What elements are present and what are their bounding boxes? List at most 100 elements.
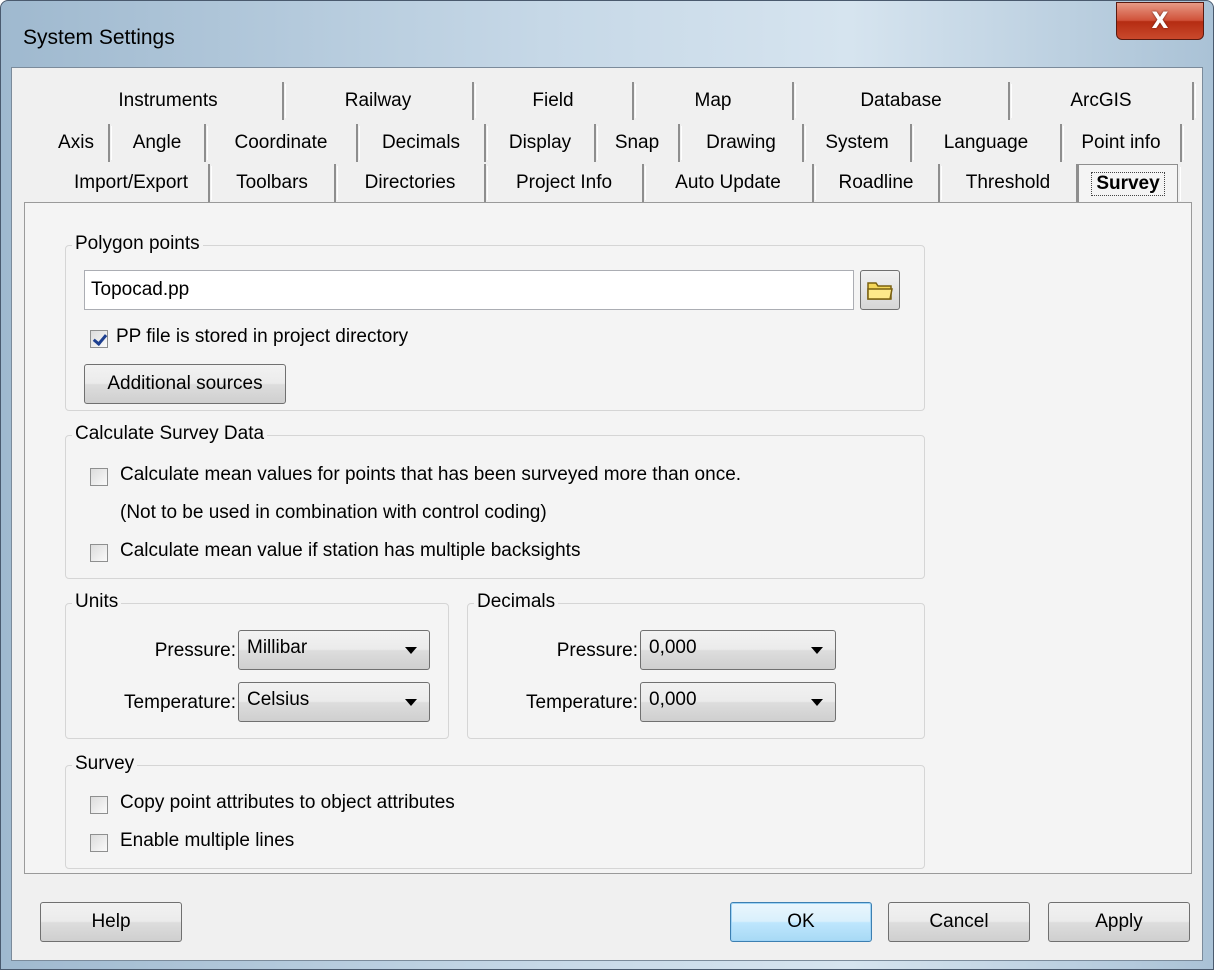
tab-display[interactable]: Display xyxy=(486,124,598,162)
tab-threshold[interactable]: Threshold xyxy=(940,164,1080,202)
units-pressure-label: Pressure: xyxy=(154,640,236,661)
help-button[interactable]: Help xyxy=(40,902,182,942)
tab-label: Axis xyxy=(58,132,94,153)
tab-field[interactable]: Field xyxy=(474,82,636,120)
survey-options-group: Survey Copy point attributes to object a… xyxy=(65,753,925,869)
survey-tab-panel: Polygon points Topocad.pp PP file is sto… xyxy=(24,202,1192,874)
tab-toolbars[interactable]: Toolbars xyxy=(210,164,338,202)
tab-language[interactable]: Language xyxy=(912,124,1064,162)
decimals-temperature-dropdown[interactable]: 0,000 xyxy=(640,682,836,722)
copy-attributes-label: Copy point attributes to object attribut… xyxy=(120,792,455,813)
dropdown-value: Celsius xyxy=(247,689,310,710)
decimals-pressure-label: Pressure: xyxy=(556,640,638,661)
mean-values-label: Calculate mean values for points that ha… xyxy=(120,464,742,485)
tab-system[interactable]: System xyxy=(804,124,914,162)
pp-file-value: Topocad.pp xyxy=(91,279,190,300)
tab-label: Auto Update xyxy=(675,172,781,193)
tab-coordinate[interactable]: Coordinate xyxy=(206,124,360,162)
tab-axis[interactable]: Axis xyxy=(44,124,112,162)
dropdown-arrow-icon xyxy=(405,647,417,654)
tab-label: Project Info xyxy=(515,172,613,193)
calculate-survey-data-group: Calculate Survey Data Calculate mean val… xyxy=(65,423,925,579)
tab-roadline[interactable]: Roadline xyxy=(814,164,942,202)
tab-row-1: Instruments Railway Field Map Database A… xyxy=(54,82,1196,120)
station-backsights-label: Calculate mean value if station has mult… xyxy=(120,540,581,561)
system-settings-window: System Settings X Instruments Railway Fi… xyxy=(0,0,1214,970)
multiple-lines-label: Enable multiple lines xyxy=(120,830,295,851)
dropdown-value: 0,000 xyxy=(649,637,697,658)
close-button[interactable]: X xyxy=(1116,2,1204,40)
pp-file-input[interactable]: Topocad.pp xyxy=(84,270,854,310)
tab-survey[interactable]: Survey xyxy=(1078,164,1181,202)
group-title: Decimals xyxy=(474,591,559,613)
tab-arcgis[interactable]: ArcGIS xyxy=(1010,82,1196,120)
dialog-client-area: Instruments Railway Field Map Database A… xyxy=(11,67,1203,961)
tab-label: System xyxy=(825,132,889,153)
tab-database[interactable]: Database xyxy=(794,82,1012,120)
tab-label: Import/Export xyxy=(73,172,189,193)
decimals-temperature-label: Temperature: xyxy=(526,692,638,713)
tab-label: Threshold xyxy=(965,172,1051,193)
browse-folder-button[interactable] xyxy=(860,270,900,310)
tab-instruments[interactable]: Instruments xyxy=(54,82,286,120)
tab-label: Database xyxy=(860,90,942,111)
decimals-group: Decimals Pressure: 0,000 Temperature: 0,… xyxy=(467,591,925,739)
tab-point-info[interactable]: Point info xyxy=(1062,124,1184,162)
tab-row-3: Import/Export Toolbars Directories Proje… xyxy=(54,164,1181,202)
tab-label: Coordinate xyxy=(234,132,328,153)
tab-label: Railway xyxy=(344,90,412,111)
apply-button[interactable]: Apply xyxy=(1048,902,1190,942)
tab-decimals[interactable]: Decimals xyxy=(358,124,488,162)
dropdown-arrow-icon xyxy=(811,699,823,706)
mean-values-checkbox[interactable] xyxy=(90,468,108,486)
title-bar: System Settings X xyxy=(1,1,1213,67)
tab-auto-update[interactable]: Auto Update xyxy=(644,164,816,202)
tab-label: Instruments xyxy=(118,90,218,111)
cancel-button[interactable]: Cancel xyxy=(888,902,1030,942)
tab-label: Snap xyxy=(614,132,660,153)
tab-label: Display xyxy=(508,132,572,153)
units-pressure-dropdown[interactable]: Millibar xyxy=(238,630,430,670)
tab-snap[interactable]: Snap xyxy=(596,124,682,162)
polygon-points-group: Polygon points Topocad.pp PP file is sto… xyxy=(65,233,925,411)
tab-label: Point info xyxy=(1081,132,1161,153)
tab-import-export[interactable]: Import/Export xyxy=(54,164,212,202)
ok-button[interactable]: OK xyxy=(730,902,872,942)
tab-label: Directories xyxy=(364,172,456,193)
pp-stored-label: PP file is stored in project directory xyxy=(116,326,409,347)
window-title: System Settings xyxy=(23,26,175,49)
units-group: Units Pressure: Millibar Temperature: Ce… xyxy=(65,591,449,739)
tab-label: Survey xyxy=(1091,171,1165,196)
tab-project-info[interactable]: Project Info xyxy=(486,164,646,202)
dropdown-value: Millibar xyxy=(247,637,308,658)
units-temperature-dropdown[interactable]: Celsius xyxy=(238,682,430,722)
tab-drawing[interactable]: Drawing xyxy=(680,124,806,162)
station-backsights-checkbox[interactable] xyxy=(90,544,108,562)
tab-map[interactable]: Map xyxy=(634,82,796,120)
tab-label: Angle xyxy=(132,132,182,153)
tab-directories[interactable]: Directories xyxy=(336,164,488,202)
tab-railway[interactable]: Railway xyxy=(284,82,476,120)
units-temperature-label: Temperature: xyxy=(124,692,236,713)
dropdown-arrow-icon xyxy=(811,647,823,654)
multiple-lines-checkbox[interactable] xyxy=(90,834,108,852)
tab-label: Toolbars xyxy=(236,172,308,193)
mean-values-note: (Not to be used in combination with cont… xyxy=(120,502,547,523)
tab-angle[interactable]: Angle xyxy=(110,124,208,162)
group-title: Units xyxy=(72,591,122,613)
close-icon: X xyxy=(1151,8,1169,34)
tab-label: Roadline xyxy=(838,172,914,193)
dropdown-value: 0,000 xyxy=(649,689,697,710)
dropdown-arrow-icon xyxy=(405,699,417,706)
pp-stored-checkbox[interactable] xyxy=(90,330,108,348)
tab-row-2: Axis Angle Coordinate Decimals Display S… xyxy=(44,124,1184,162)
tab-label: Decimals xyxy=(381,132,461,153)
decimals-pressure-dropdown[interactable]: 0,000 xyxy=(640,630,836,670)
additional-sources-button[interactable]: Additional sources xyxy=(84,364,286,404)
copy-attributes-checkbox[interactable] xyxy=(90,796,108,814)
tab-label: Field xyxy=(532,90,574,111)
group-title: Polygon points xyxy=(72,233,203,255)
tab-label: Language xyxy=(943,132,1029,153)
group-title: Survey xyxy=(72,753,138,775)
tab-label: Map xyxy=(694,90,732,111)
